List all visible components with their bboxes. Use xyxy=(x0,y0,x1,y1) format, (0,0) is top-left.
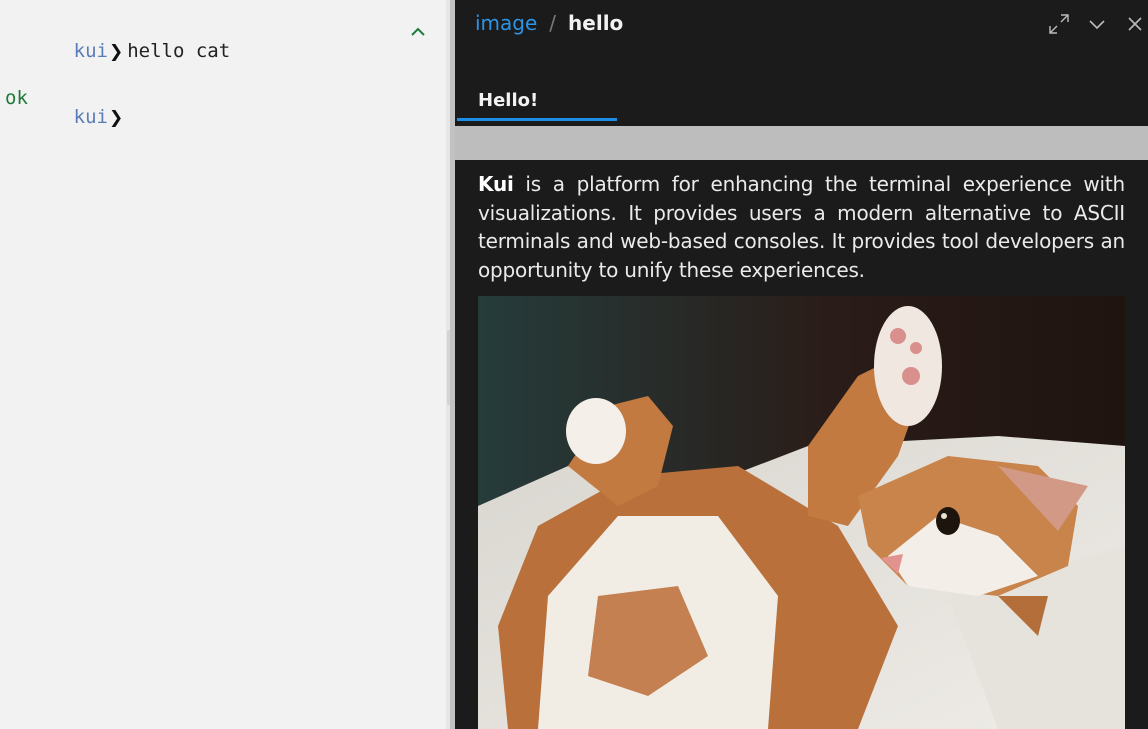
breadcrumb-separator: / xyxy=(549,11,557,35)
cat-photo xyxy=(478,296,1125,729)
terminal-pane: kui❯ hello cat ok kui❯ xyxy=(0,0,452,729)
window-controls xyxy=(1040,10,1148,38)
command-text: hello cat xyxy=(127,40,231,62)
description-bold: Kui xyxy=(478,172,514,196)
sidecar: image / hello Hello! Kui is a platform f… xyxy=(455,0,1148,729)
chevron-up-icon xyxy=(411,27,425,36)
breadcrumb-resource-name: hello xyxy=(568,11,624,35)
cat-illustration xyxy=(478,296,1125,729)
command-line[interactable]: kui❯ hello cat xyxy=(0,18,448,84)
command-input-line[interactable]: kui❯ xyxy=(0,84,448,150)
description-block: Kui is a platform for enhancing the term… xyxy=(478,170,1125,284)
description-body: is a platform for enhancing the terminal… xyxy=(478,172,1125,282)
prompt-label: kui xyxy=(73,106,108,128)
terminal-block: kui❯ xyxy=(0,84,448,150)
collapse-block-button[interactable] xyxy=(404,18,432,46)
maximize-button[interactable] xyxy=(1040,10,1078,38)
maximize-icon xyxy=(1049,14,1069,34)
tab-hello[interactable]: Hello! xyxy=(457,84,617,121)
breadcrumb: image / hello xyxy=(475,11,623,35)
minimize-button[interactable] xyxy=(1078,10,1116,38)
breadcrumb-kind-link[interactable]: image xyxy=(475,11,537,35)
description-text: Kui is a platform for enhancing the term… xyxy=(478,170,1125,284)
sidecar-toolbar xyxy=(455,126,1148,160)
close-button[interactable] xyxy=(1116,10,1148,38)
chevron-down-icon xyxy=(1089,20,1105,30)
close-icon xyxy=(1128,17,1142,31)
prompt-chevron-icon: ❯ xyxy=(108,108,124,128)
prompt-label: kui xyxy=(73,40,108,62)
prompt-chevron-icon: ❯ xyxy=(108,42,124,62)
